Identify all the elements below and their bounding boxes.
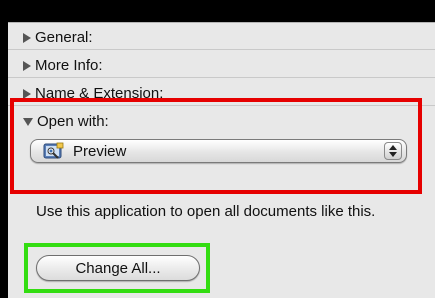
section-label-more-info: More Info: — [35, 57, 103, 74]
open-with-app-popup[interactable]: Preview — [30, 139, 407, 163]
selected-app-label: Preview — [73, 142, 127, 160]
disclosure-triangle-right-icon[interactable] — [23, 60, 31, 71]
preview-app-icon — [43, 142, 65, 160]
popup-arrows-icon[interactable] — [384, 142, 402, 160]
change-all-button[interactable]: Change All... — [36, 255, 200, 281]
open-with-description: Use this application to open all documen… — [36, 203, 376, 220]
disclosure-triangle-right-icon[interactable] — [23, 88, 31, 99]
section-label-general: General: — [35, 29, 93, 46]
window-title-cutoff — [0, 0, 435, 22]
disclosure-triangle-right-icon[interactable] — [23, 32, 31, 43]
popup-arrow-up-icon — [389, 145, 397, 150]
popup-arrow-down-icon — [389, 152, 397, 157]
disclosure-general[interactable]: General: — [23, 29, 93, 46]
disclosure-more-info[interactable]: More Info: — [23, 57, 103, 74]
